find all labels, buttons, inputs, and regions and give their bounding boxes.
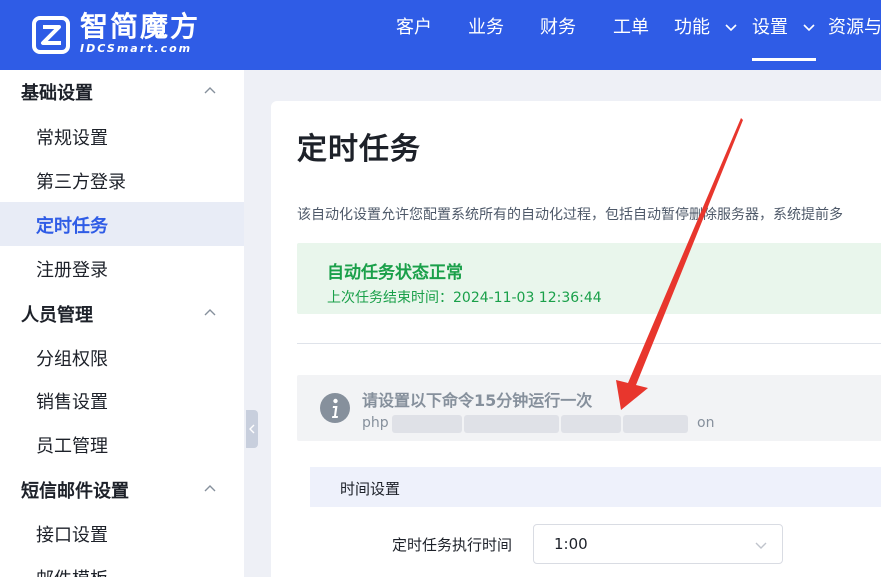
top-navigation-bar: 智简魔方 IDCSmart.com 客户 业务 财务 工单 功能 设置 资源与 [0,0,881,70]
chevron-down-icon [755,542,767,549]
page-description: 该自动化设置允许您配置系统所有的自动化过程，包括自动暂停删除服务器，系统提前多 [297,207,843,223]
command-info-box: 请设置以下命令15分钟运行一次 php on [297,375,881,441]
sidebar-item-label: 第三方登录 [36,172,126,193]
execution-time-select[interactable]: 1:00 [533,524,783,564]
execution-time-label: 定时任务执行时间 [392,536,513,554]
logo-name-en: IDCSmart.com [80,42,193,55]
sidebar-item-email-templates[interactable]: 邮件模板 [0,555,244,577]
logo-name-cn: 智简魔方 [80,10,201,43]
sidebar-item-third-party-login[interactable]: 第三方登录 [0,158,244,202]
sidebar: 基础设置 常规设置 第三方登录 定时任务 注册登录 人员管理 分组权限 销售设置… [0,70,244,577]
sidebar-item-interface-settings[interactable]: 接口设置 [0,511,244,555]
chevron-up-icon[interactable] [203,482,217,496]
sidebar-group-staff[interactable]: 人员管理 [0,292,244,334]
logo-icon [32,15,70,54]
sidebar-group-basic-settings[interactable]: 基础设置 [0,70,244,112]
nav-item-business[interactable]: 业务 [468,16,504,40]
sidebar-group-sms-email[interactable]: 短信邮件设置 [0,468,244,510]
command-title: 请设置以下命令15分钟运行一次 [362,391,593,410]
nav-item-finance[interactable]: 财务 [540,16,576,40]
command-prefix: php [362,415,389,431]
sidebar-item-label: 邮件模板 [36,565,108,577]
info-icon [320,393,350,423]
status-title: 自动任务状态正常 [327,263,463,283]
task-status-alert: 自动任务状态正常 上次任务结束时间：2024-11-03 12:36:44 [297,243,881,314]
command-suffix: on [697,415,715,431]
sidebar-item-scheduled-tasks[interactable]: 定时任务 [0,202,244,246]
time-settings-title: 时间设置 [340,480,401,498]
sidebar-item-label: 员工管理 [36,436,108,457]
chevron-down-icon[interactable] [724,20,738,34]
sidebar-item-register-login[interactable]: 注册登录 [0,246,244,290]
nav-item-settings[interactable]: 设置 [752,16,788,40]
sidebar-collapse-handle[interactable] [246,410,258,448]
sidebar-group-label: 短信邮件设置 [21,481,129,502]
sidebar-item-label: 定时任务 [36,216,108,237]
time-settings-header: 时间设置 [310,467,881,507]
status-last-run: 上次任务结束时间：2024-11-03 12:36:44 [327,290,602,306]
nav-item-customers[interactable]: 客户 [396,16,432,40]
nav-item-tickets[interactable]: 工单 [613,16,649,40]
select-value: 1:00 [554,535,588,553]
sidebar-item-label: 接口设置 [36,525,108,546]
sidebar-group-label: 基础设置 [21,83,93,104]
sidebar-item-label: 分组权限 [36,349,108,370]
page-title: 定时任务 [297,132,421,167]
nav-item-resources[interactable]: 资源与 [828,16,881,40]
command-path-redacted [392,415,692,435]
nav-item-features[interactable]: 功能 [674,16,710,40]
nav-active-indicator [752,58,816,61]
sidebar-item-group-permissions[interactable]: 分组权限 [0,335,244,379]
chevron-up-icon[interactable] [203,84,217,98]
chevron-left-icon [249,424,255,434]
sidebar-item-label: 注册登录 [36,260,108,281]
chevron-up-icon[interactable] [203,306,217,320]
sidebar-item-general[interactable]: 常规设置 [0,114,244,158]
chevron-down-icon[interactable] [802,20,816,34]
sidebar-item-label: 销售设置 [36,392,108,413]
sidebar-group-label: 人员管理 [21,305,93,326]
sidebar-item-label: 常规设置 [36,128,108,149]
sidebar-item-sales-settings[interactable]: 销售设置 [0,378,244,422]
section-divider [297,343,881,344]
sidebar-item-staff-management[interactable]: 员工管理 [0,422,244,466]
brand-logo[interactable]: 智简魔方 IDCSmart.com [32,12,200,55]
logo-wordmark: 智简魔方 IDCSmart.com [80,10,201,56]
